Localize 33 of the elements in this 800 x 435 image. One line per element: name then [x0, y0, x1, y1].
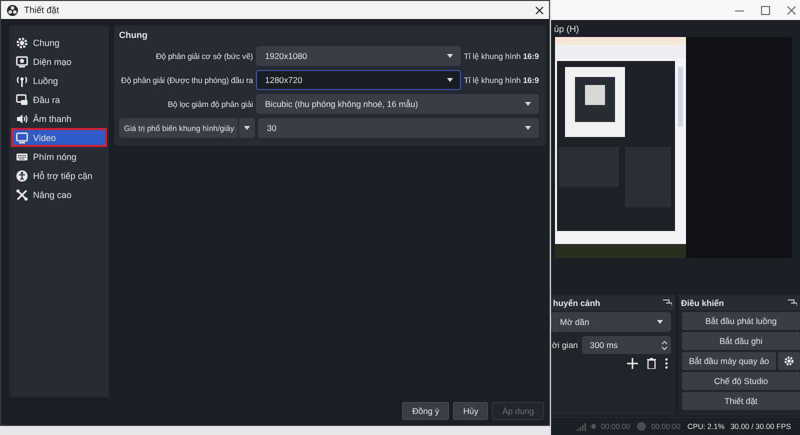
sidebar-item[interactable]: Nâng cao [11, 185, 107, 204]
field-label: ời gian [551, 340, 578, 350]
window-title: Thiết đặt [24, 5, 60, 15]
aspect-ratio-text: Tỉ lệ khung hình 16:9 [464, 52, 539, 60]
field-label: Bộ lọc giảm độ phân giải [166, 100, 253, 108]
control-button[interactable]: Bắt đầu phát luồng [682, 312, 800, 330]
dock-title: huyển cảnh [553, 298, 600, 308]
spin-box[interactable]: 300 ms [582, 336, 671, 354]
control-button[interactable]: Bắt đầu ghi [682, 332, 800, 350]
sidebar-item[interactable]: Chung [11, 33, 107, 52]
dialog-button[interactable]: Hủy [453, 402, 488, 420]
dropdown[interactable]: 30 [258, 118, 539, 138]
dialog-button[interactable]: Đồng ý [402, 402, 450, 420]
menu-item[interactable]: ủp (H) [554, 24, 580, 34]
section-title: Chung [119, 30, 148, 40]
dropdown[interactable]: 1920x1080 [256, 46, 461, 66]
control-button[interactable]: Chế độ Studio [682, 372, 800, 390]
sidebar-item[interactable]: Hỗ trợ tiếp cận [11, 166, 107, 185]
sidebar-item[interactable]: Phím nóng [11, 147, 107, 166]
sidebar-item[interactable]: Luồng [11, 71, 107, 90]
field-label: Độ phân giải (Được thu phóng) đầu ra [120, 76, 253, 84]
sidebar-item[interactable]: Đầu ra [11, 90, 107, 109]
field-label: Độ phân giải cơ sở (bức vẽ) [154, 52, 253, 60]
dropdown[interactable]: 1280x720 [256, 70, 461, 90]
dock-title: Điều khiển [681, 298, 724, 308]
aspect-ratio-text: Tỉ lệ khung hình 16:9 [464, 76, 539, 84]
control-button[interactable]: Bắt đầu máy quay ảo [682, 352, 776, 370]
sidebar-item[interactable]: Video [11, 128, 107, 147]
dropdown[interactable]: Bicubic (thu phóng không nhoè, 16 mẫu) [256, 94, 539, 114]
sidebar-item[interactable]: Âm thanh [11, 109, 107, 128]
control-button[interactable]: Thiết đặt [682, 392, 800, 410]
dropdown[interactable]: Mờ dần [551, 312, 671, 332]
sidebar-item[interactable]: Diện mạo [11, 52, 107, 71]
